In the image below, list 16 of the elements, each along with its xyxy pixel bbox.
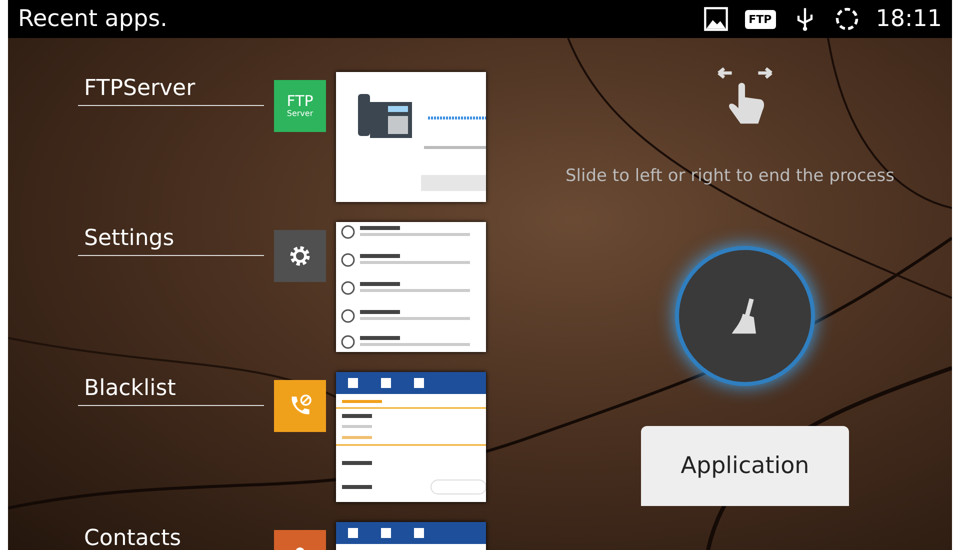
application-button[interactable]: Application: [641, 426, 849, 506]
ftp-badge: FTP: [744, 10, 776, 28]
app-icon[interactable]: [274, 230, 326, 282]
app-name[interactable]: Contacts: [78, 526, 182, 550]
app-name[interactable]: Settings: [78, 226, 174, 251]
app-name[interactable]: FTPServer: [78, 76, 196, 101]
clear-all-button[interactable]: [675, 246, 815, 386]
screen-title: Recent apps.: [18, 6, 168, 32]
clock-time: 18:11: [876, 6, 942, 32]
swipe-hint: Slide to left or right to end the process: [566, 166, 894, 186]
app-name[interactable]: Blacklist: [78, 376, 176, 401]
app-preview-drawing[interactable]: [336, 72, 486, 202]
image-icon: [702, 6, 729, 32]
sync-icon: [834, 6, 860, 32]
app-preview-drawing[interactable]: [336, 222, 486, 352]
app-preview-drawing[interactable]: [336, 372, 486, 502]
